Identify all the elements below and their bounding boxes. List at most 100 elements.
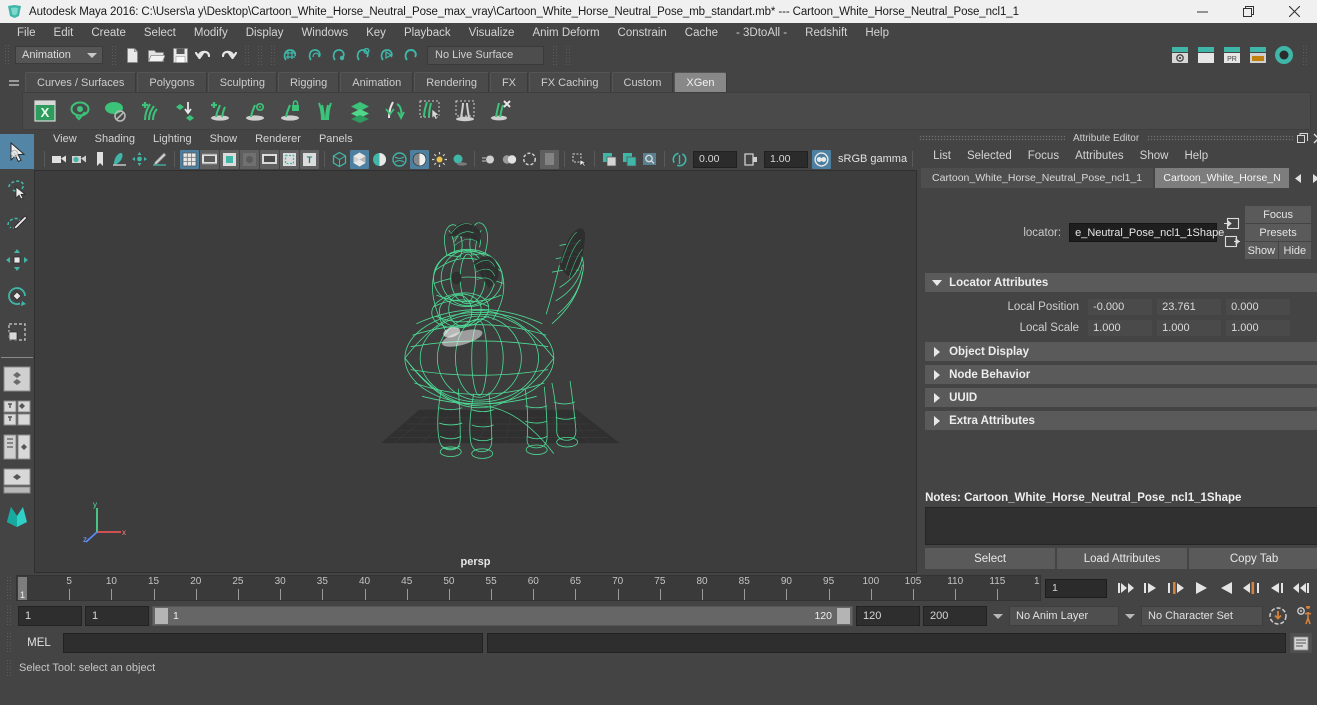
shelf-options-icon[interactable] [6, 144, 22, 162]
menu-modify[interactable]: Modify [185, 25, 237, 41]
smooth-shade-icon[interactable] [350, 149, 369, 169]
xgen-region-icon[interactable] [449, 95, 481, 127]
exposure-field[interactable]: 0.00 [693, 150, 737, 168]
ae-menu-focus[interactable]: Focus [1020, 148, 1067, 164]
copy-tab-button[interactable]: Copy Tab [1189, 548, 1317, 569]
multisample-icon[interactable] [500, 150, 519, 169]
current-frame-field[interactable]: 1 [1045, 578, 1107, 598]
make-live-icon[interactable] [399, 44, 423, 66]
color-management-icon[interactable] [812, 149, 831, 169]
live-surface-field[interactable]: No Live Surface [427, 45, 544, 65]
xgen-select-guides-icon[interactable] [414, 95, 446, 127]
panel-drag-dots-right[interactable] [1147, 135, 1294, 141]
safe-action-icon[interactable] [280, 149, 299, 169]
xgen-add-description-icon[interactable] [134, 95, 166, 127]
range-slider-grip[interactable] [6, 605, 13, 627]
xray-joints-icon[interactable] [570, 150, 589, 169]
range-slider-left-handle[interactable] [155, 608, 168, 624]
ae-tab-node-1[interactable]: Cartoon_White_Horse_Neutral_Pose_ncl1_1 [921, 168, 1154, 188]
isolate-select-icon[interactable] [520, 150, 539, 169]
output-connection-icon[interactable] [1223, 234, 1240, 249]
motion-blur-icon[interactable] [480, 150, 499, 169]
snap-to-projected-center-icon[interactable] [351, 44, 375, 66]
xgen-window-icon[interactable]: X [29, 95, 61, 127]
single-perspective-layout-icon[interactable] [2, 364, 32, 394]
ae-menu-list[interactable]: List [925, 148, 959, 164]
undock-icon[interactable] [1296, 132, 1309, 145]
shelf-tab-curves-surfaces[interactable]: Curves / Surfaces [25, 72, 137, 92]
exposure-icon[interactable] [670, 150, 689, 169]
xgen-mirror-guides-icon[interactable] [309, 95, 341, 127]
local-position-z-field[interactable]: 0.000 [1225, 297, 1292, 316]
select-button[interactable]: Select [925, 548, 1056, 569]
shelf-tab-polygons[interactable]: Polygons [137, 72, 207, 92]
local-scale-x-field[interactable]: 1.000 [1087, 318, 1154, 337]
gamma-field[interactable]: 1.00 [764, 150, 808, 168]
bifrost-icon[interactable] [2, 500, 32, 530]
menu-create[interactable]: Create [82, 25, 135, 41]
xgen-delete-guides-icon[interactable] [484, 95, 516, 127]
magnify-view-icon[interactable] [640, 150, 659, 169]
two-d-pan-zoom-icon[interactable] [130, 150, 149, 169]
gate-mask-icon[interactable] [240, 149, 259, 169]
ae-menu-show[interactable]: Show [1132, 148, 1177, 164]
maximize-button[interactable] [1225, 0, 1271, 23]
menu-anim-deform[interactable]: Anim Deform [523, 25, 608, 41]
input-connection-icon[interactable] [1223, 216, 1240, 231]
section-object-display[interactable]: Object Display [925, 342, 1317, 361]
shelf-tab-fx[interactable]: FX [489, 72, 529, 92]
menu-file[interactable]: File [8, 25, 45, 41]
range-slider-right-handle[interactable] [837, 608, 850, 624]
ae-menu-help[interactable]: Help [1176, 148, 1216, 164]
snap-to-point-icon[interactable] [327, 44, 351, 66]
perspective-viewport[interactable]: y x z persp [34, 170, 918, 573]
animation-start-time-field[interactable]: 1 [18, 606, 82, 626]
ae-menu-attributes[interactable]: Attributes [1067, 148, 1132, 164]
shelf-tab-fx-caching[interactable]: FX Caching [529, 72, 611, 92]
go-to-start-icon[interactable] [1114, 577, 1138, 599]
snap-to-curve-icon[interactable] [303, 44, 327, 66]
menu-display[interactable]: Display [237, 25, 293, 41]
menu-key[interactable]: Key [357, 25, 395, 41]
minimize-button[interactable] [1179, 0, 1225, 23]
shaded-wireframe-icon[interactable] [370, 150, 389, 169]
focus-button[interactable]: Focus [1245, 206, 1312, 223]
shelf-grip[interactable] [6, 70, 22, 92]
shelf-tab-rigging[interactable]: Rigging [277, 72, 340, 92]
hypergraph-layout-icon[interactable] [2, 466, 32, 496]
hide-button[interactable]: Hide [1278, 242, 1312, 259]
step-forward-frame-icon[interactable] [1239, 577, 1263, 599]
local-position-y-field[interactable]: 23.761 [1156, 297, 1223, 316]
shadows-icon[interactable] [430, 150, 449, 169]
viewport-menu-show[interactable]: Show [201, 132, 247, 146]
lock-camera-icon[interactable] [70, 150, 89, 169]
render-view-icon[interactable] [1272, 44, 1296, 66]
open-scene-icon[interactable] [144, 44, 168, 66]
range-slider[interactable]: 1 120 [152, 606, 853, 626]
script-editor-icon[interactable] [1290, 633, 1312, 653]
character-set-selector[interactable]: No Character Set [1141, 606, 1263, 626]
paint-select-tool-icon[interactable] [0, 206, 34, 241]
viewport-menu-panels[interactable]: Panels [310, 132, 362, 146]
local-scale-y-field[interactable]: 1.000 [1156, 318, 1223, 337]
menu-3dtoall[interactable]: - 3DtoAll - [727, 25, 796, 41]
viewport-menu-view[interactable]: View [44, 132, 86, 146]
step-back-frame-icon[interactable] [1164, 577, 1188, 599]
play-forwards-icon[interactable] [1214, 577, 1238, 599]
grease-pencil-icon[interactable] [150, 150, 169, 169]
menu-select[interactable]: Select [135, 25, 185, 41]
textured-icon[interactable] [390, 150, 409, 169]
node-name-field[interactable]: e_Neutral_Pose_ncl1_1Shape [1069, 223, 1224, 242]
move-tool-icon[interactable] [0, 242, 34, 277]
section-extra-attributes[interactable]: Extra Attributes [925, 411, 1317, 430]
tab-scroll-left-icon[interactable] [1291, 168, 1306, 188]
rotate-tool-icon[interactable] [0, 278, 34, 313]
character-set-dropdown-icon[interactable] [1122, 613, 1138, 619]
load-attributes-button[interactable]: Load Attributes [1057, 548, 1188, 569]
viewport-menu-renderer[interactable]: Renderer [246, 132, 310, 146]
xgen-disable-preview-icon[interactable] [99, 95, 131, 127]
snap-to-grid-icon[interactable] [279, 44, 303, 66]
step-back-keyframe-icon[interactable] [1139, 577, 1163, 599]
new-scene-icon[interactable] [120, 44, 144, 66]
notes-textarea[interactable] [925, 507, 1317, 545]
